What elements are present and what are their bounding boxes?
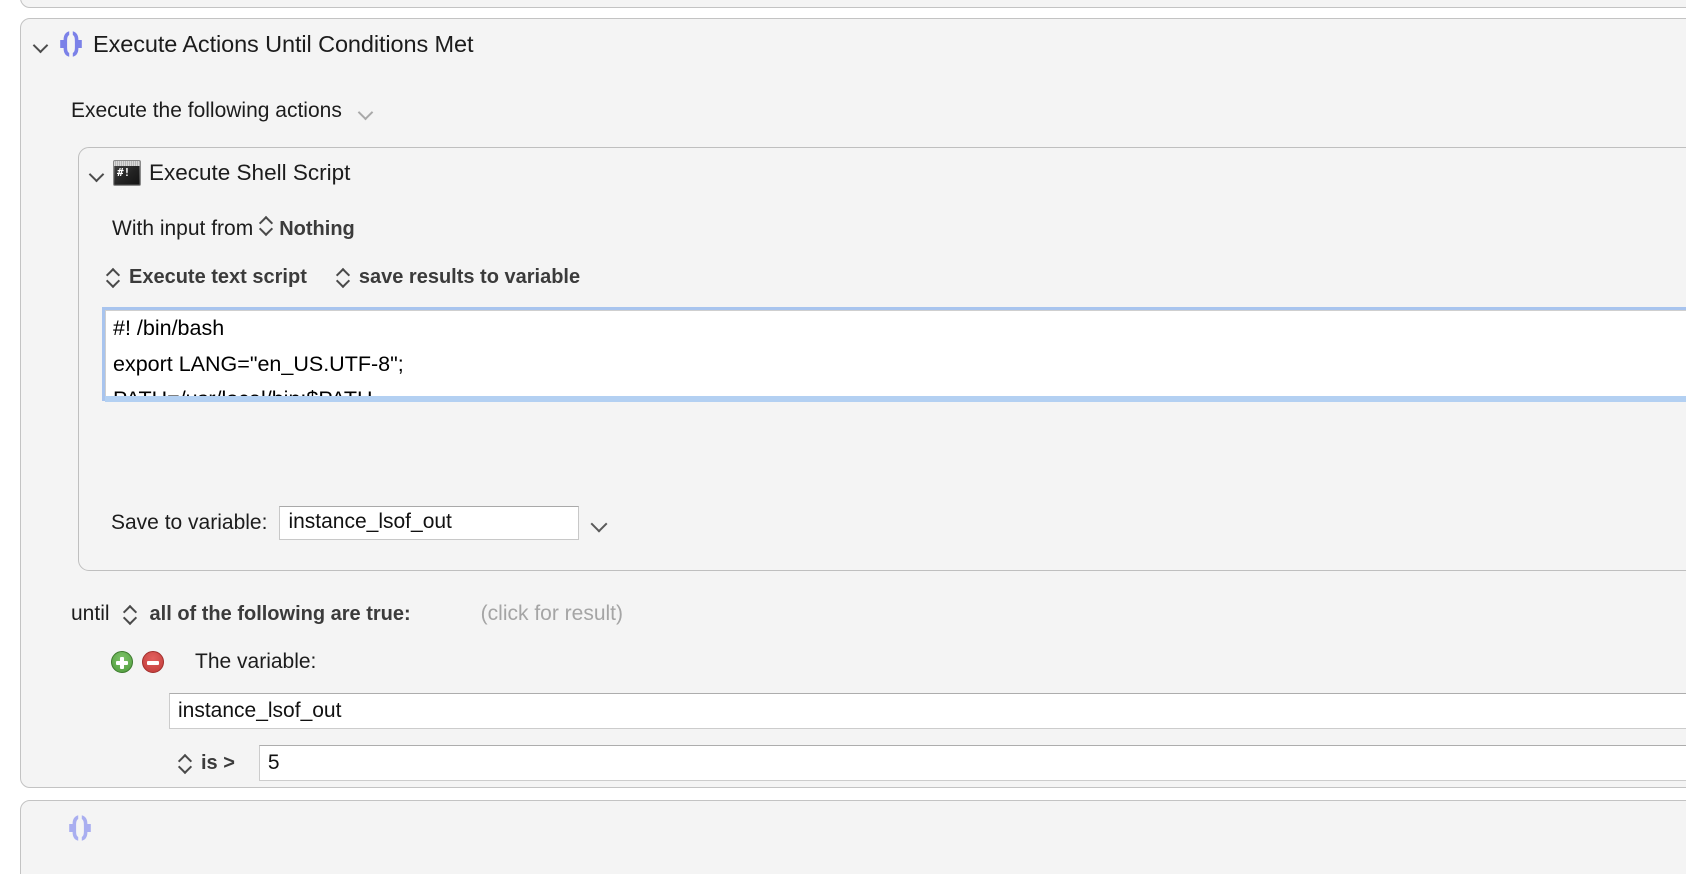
- up-down-stepper-icon[interactable]: [124, 605, 136, 624]
- condition-variable-row: [169, 693, 1686, 729]
- condition-label: The variable:: [195, 650, 317, 673]
- condition-operator-row: is >: [179, 745, 1686, 781]
- condition-mode-popup[interactable]: all of the following are true:: [150, 603, 411, 626]
- input-source-row: With input from Nothing: [112, 216, 355, 241]
- plus-circle-icon[interactable]: [111, 651, 133, 673]
- up-down-stepper-icon[interactable]: [107, 268, 119, 287]
- up-down-stepper-icon[interactable]: [260, 216, 272, 235]
- save-to-variable-input[interactable]: [279, 506, 580, 540]
- shell-action-header: #! Execute Shell Script: [89, 160, 350, 186]
- condition-operator-popup[interactable]: is >: [201, 752, 235, 775]
- script-options-row: Execute text script save results to vari…: [107, 266, 580, 289]
- condition-variable-input[interactable]: [169, 693, 1686, 729]
- shell-script-icon: #!: [113, 160, 141, 186]
- actions-section-label: Execute the following actions: [71, 99, 342, 122]
- script-mode-popup[interactable]: Execute text script: [129, 266, 307, 289]
- condition-result-hint[interactable]: (click for result): [481, 602, 623, 626]
- shell-action-title: Execute Shell Script: [149, 160, 351, 185]
- chevron-down-icon[interactable]: [33, 36, 49, 52]
- until-keyword: until: [71, 602, 110, 625]
- chevron-down-icon[interactable]: [591, 514, 609, 532]
- previous-action-panel-partial[interactable]: [20, 0, 1686, 8]
- minus-circle-icon[interactable]: [142, 651, 164, 673]
- next-action-panel-partial[interactable]: [20, 800, 1686, 874]
- actions-section-header: Execute the following actions: [71, 99, 374, 123]
- shell-script-icon-glyph: #!: [115, 166, 139, 184]
- input-source-value[interactable]: Nothing: [279, 218, 355, 241]
- condition-operand-input[interactable]: [258, 745, 1686, 781]
- script-selection-overflow: [105, 396, 1686, 402]
- chevron-down-icon[interactable]: [358, 103, 374, 119]
- execute-shell-script-panel: #! Execute Shell Script With input from …: [78, 147, 1686, 571]
- page-title: Execute Actions Until Conditions Met: [93, 30, 474, 57]
- chevron-down-icon[interactable]: [89, 165, 105, 181]
- panel-header: Execute Actions Until Conditions Met: [33, 29, 474, 59]
- script-editor[interactable]: #! /bin/bash export LANG="en_US.UTF-8"; …: [102, 307, 1686, 401]
- braces-icon: [67, 813, 93, 843]
- until-conditions-row: until all of the following are true: (cl…: [71, 602, 623, 626]
- save-to-variable-row: Save to variable:: [111, 506, 609, 540]
- up-down-stepper-icon[interactable]: [337, 268, 349, 287]
- condition-controls-row: The variable:: [111, 650, 316, 674]
- script-line[interactable]: #! /bin/bash: [106, 311, 1686, 347]
- script-line[interactable]: export LANG="en_US.UTF-8";: [106, 347, 1686, 383]
- execute-actions-until-conditions-met-panel: Execute Actions Until Conditions Met Exe…: [20, 18, 1686, 788]
- input-source-label: With input from: [112, 217, 254, 240]
- save-to-variable-label: Save to variable:: [111, 511, 268, 534]
- automator-action-canvas: Execute Actions Until Conditions Met Exe…: [0, 0, 1686, 874]
- braces-icon: [58, 29, 84, 59]
- result-mode-popup[interactable]: save results to variable: [359, 266, 580, 289]
- up-down-stepper-icon[interactable]: [179, 754, 191, 773]
